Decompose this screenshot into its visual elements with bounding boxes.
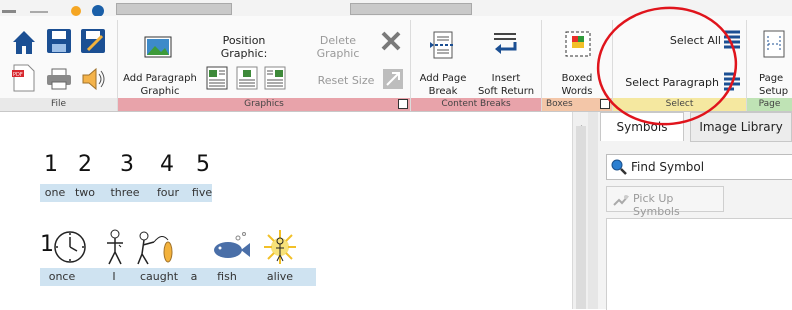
wrap-left-icon[interactable] <box>206 66 228 94</box>
add-paragraph-graphic-line2: Graphic <box>140 86 180 97</box>
content-breaks-group-label: Content Breaks <box>411 98 541 111</box>
pick-up-symbols-button[interactable]: Pick Up Symbols <box>606 186 724 218</box>
person-icon[interactable] <box>104 228 126 270</box>
annotation-circle <box>594 4 740 132</box>
soft-return-icon[interactable] <box>491 30 519 62</box>
svg-text:PDF: PDF <box>13 72 23 78</box>
symbols-results-area <box>606 218 792 310</box>
find-symbol-label: Find Symbol <box>631 160 705 174</box>
sentence-word[interactable]: a <box>186 270 202 283</box>
fish-icon[interactable] <box>208 232 252 266</box>
number-word[interactable]: two <box>72 186 98 199</box>
number-symbol[interactable]: 1 <box>44 152 58 177</box>
wrap-right-icon[interactable] <box>264 66 286 94</box>
page-group-label: Page <box>747 98 792 111</box>
number-word[interactable]: three <box>104 186 146 199</box>
add-paragraph-graphic-line1: Add Paragraph <box>123 73 197 84</box>
add-page-break-button[interactable]: Add Page Break <box>415 72 471 98</box>
insert-soft-return-line1: Insert <box>491 73 521 84</box>
delete-graphic-button[interactable]: Delete Graphic <box>298 34 378 60</box>
print-icon[interactable] <box>46 68 72 94</box>
number-word[interactable]: five <box>188 186 216 199</box>
speaker-icon[interactable] <box>80 66 106 96</box>
graphics-group-label: Graphics <box>118 98 410 111</box>
page-setup-icon[interactable] <box>763 30 785 62</box>
ribbon-tab-stub[interactable] <box>350 3 472 15</box>
symbols-panel: Symbols Image Library Find Symbol Pick U… <box>598 112 792 310</box>
page-setup-line1: Page <box>759 73 784 84</box>
search-icon <box>611 159 627 179</box>
save-as-icon[interactable] <box>80 28 106 58</box>
number-symbol[interactable]: 3 <box>120 152 134 177</box>
save-icon[interactable] <box>46 28 72 58</box>
graphics-launcher-icon[interactable] <box>398 99 408 109</box>
pick-up-icon <box>613 192 629 211</box>
home-icon[interactable] <box>10 28 38 60</box>
add-page-break-line1: Add Page <box>419 73 467 84</box>
sentence-word[interactable]: alive <box>262 270 298 283</box>
page-setup-line2: Setup <box>759 86 789 97</box>
add-paragraph-graphic-button[interactable]: Add Paragraph Graphic <box>120 72 200 98</box>
insert-soft-return-line2: Soft Return <box>477 86 535 97</box>
page-break-icon[interactable] <box>429 30 455 64</box>
page-group: Page Setup Page <box>747 20 792 111</box>
panel-splitter[interactable] <box>588 112 598 309</box>
alive-icon[interactable] <box>262 228 298 270</box>
sentence-word[interactable]: once <box>44 270 80 283</box>
wrap-center-icon[interactable] <box>236 66 258 94</box>
image-icon[interactable] <box>144 36 172 62</box>
sentence-word[interactable]: caught <box>134 270 184 283</box>
caught-icon[interactable] <box>134 228 178 270</box>
ribbon-tab-stub[interactable] <box>116 3 232 15</box>
delete-x-icon[interactable] <box>380 30 402 56</box>
document-scrollbar[interactable] <box>572 112 589 309</box>
number-symbol[interactable]: 2 <box>78 152 92 177</box>
position-graphic-label: Position Graphic: <box>220 34 268 60</box>
number-word[interactable]: four <box>152 186 184 199</box>
sentence-word[interactable]: I <box>104 270 124 283</box>
clock-icon[interactable] <box>52 230 88 268</box>
pdf-icon[interactable]: PDF <box>12 64 36 96</box>
reset-size-button[interactable]: Reset Size <box>314 74 378 87</box>
page-setup-button[interactable]: Page Setup <box>759 72 792 98</box>
document-area[interactable]: 1 2 3 4 5 one two three four five 1 once… <box>0 112 570 309</box>
pick-up-symbols-label: Pick Up Symbols <box>633 192 680 218</box>
resize-icon[interactable] <box>382 68 404 94</box>
find-symbol-field[interactable]: Find Symbol <box>606 154 792 180</box>
file-group: PDF File <box>0 20 118 111</box>
quick-access-icons[interactable] <box>0 2 112 17</box>
graphics-group: Add Paragraph Graphic Position Graphic: … <box>118 20 411 111</box>
sentence-word[interactable]: fish <box>212 270 242 283</box>
number-symbol[interactable]: 5 <box>196 152 210 177</box>
scrollbar-thumb[interactable] <box>576 126 586 309</box>
add-page-break-line2: Break <box>428 86 458 97</box>
number-symbol[interactable]: 4 <box>160 152 174 177</box>
file-group-label: File <box>0 98 117 111</box>
boxed-words-icon[interactable] <box>564 30 592 62</box>
insert-soft-return-button[interactable]: Insert Soft Return <box>473 72 539 98</box>
number-word[interactable]: one <box>40 186 70 199</box>
content-breaks-group: Add Page Break Insert Soft Return Conten… <box>411 20 542 111</box>
